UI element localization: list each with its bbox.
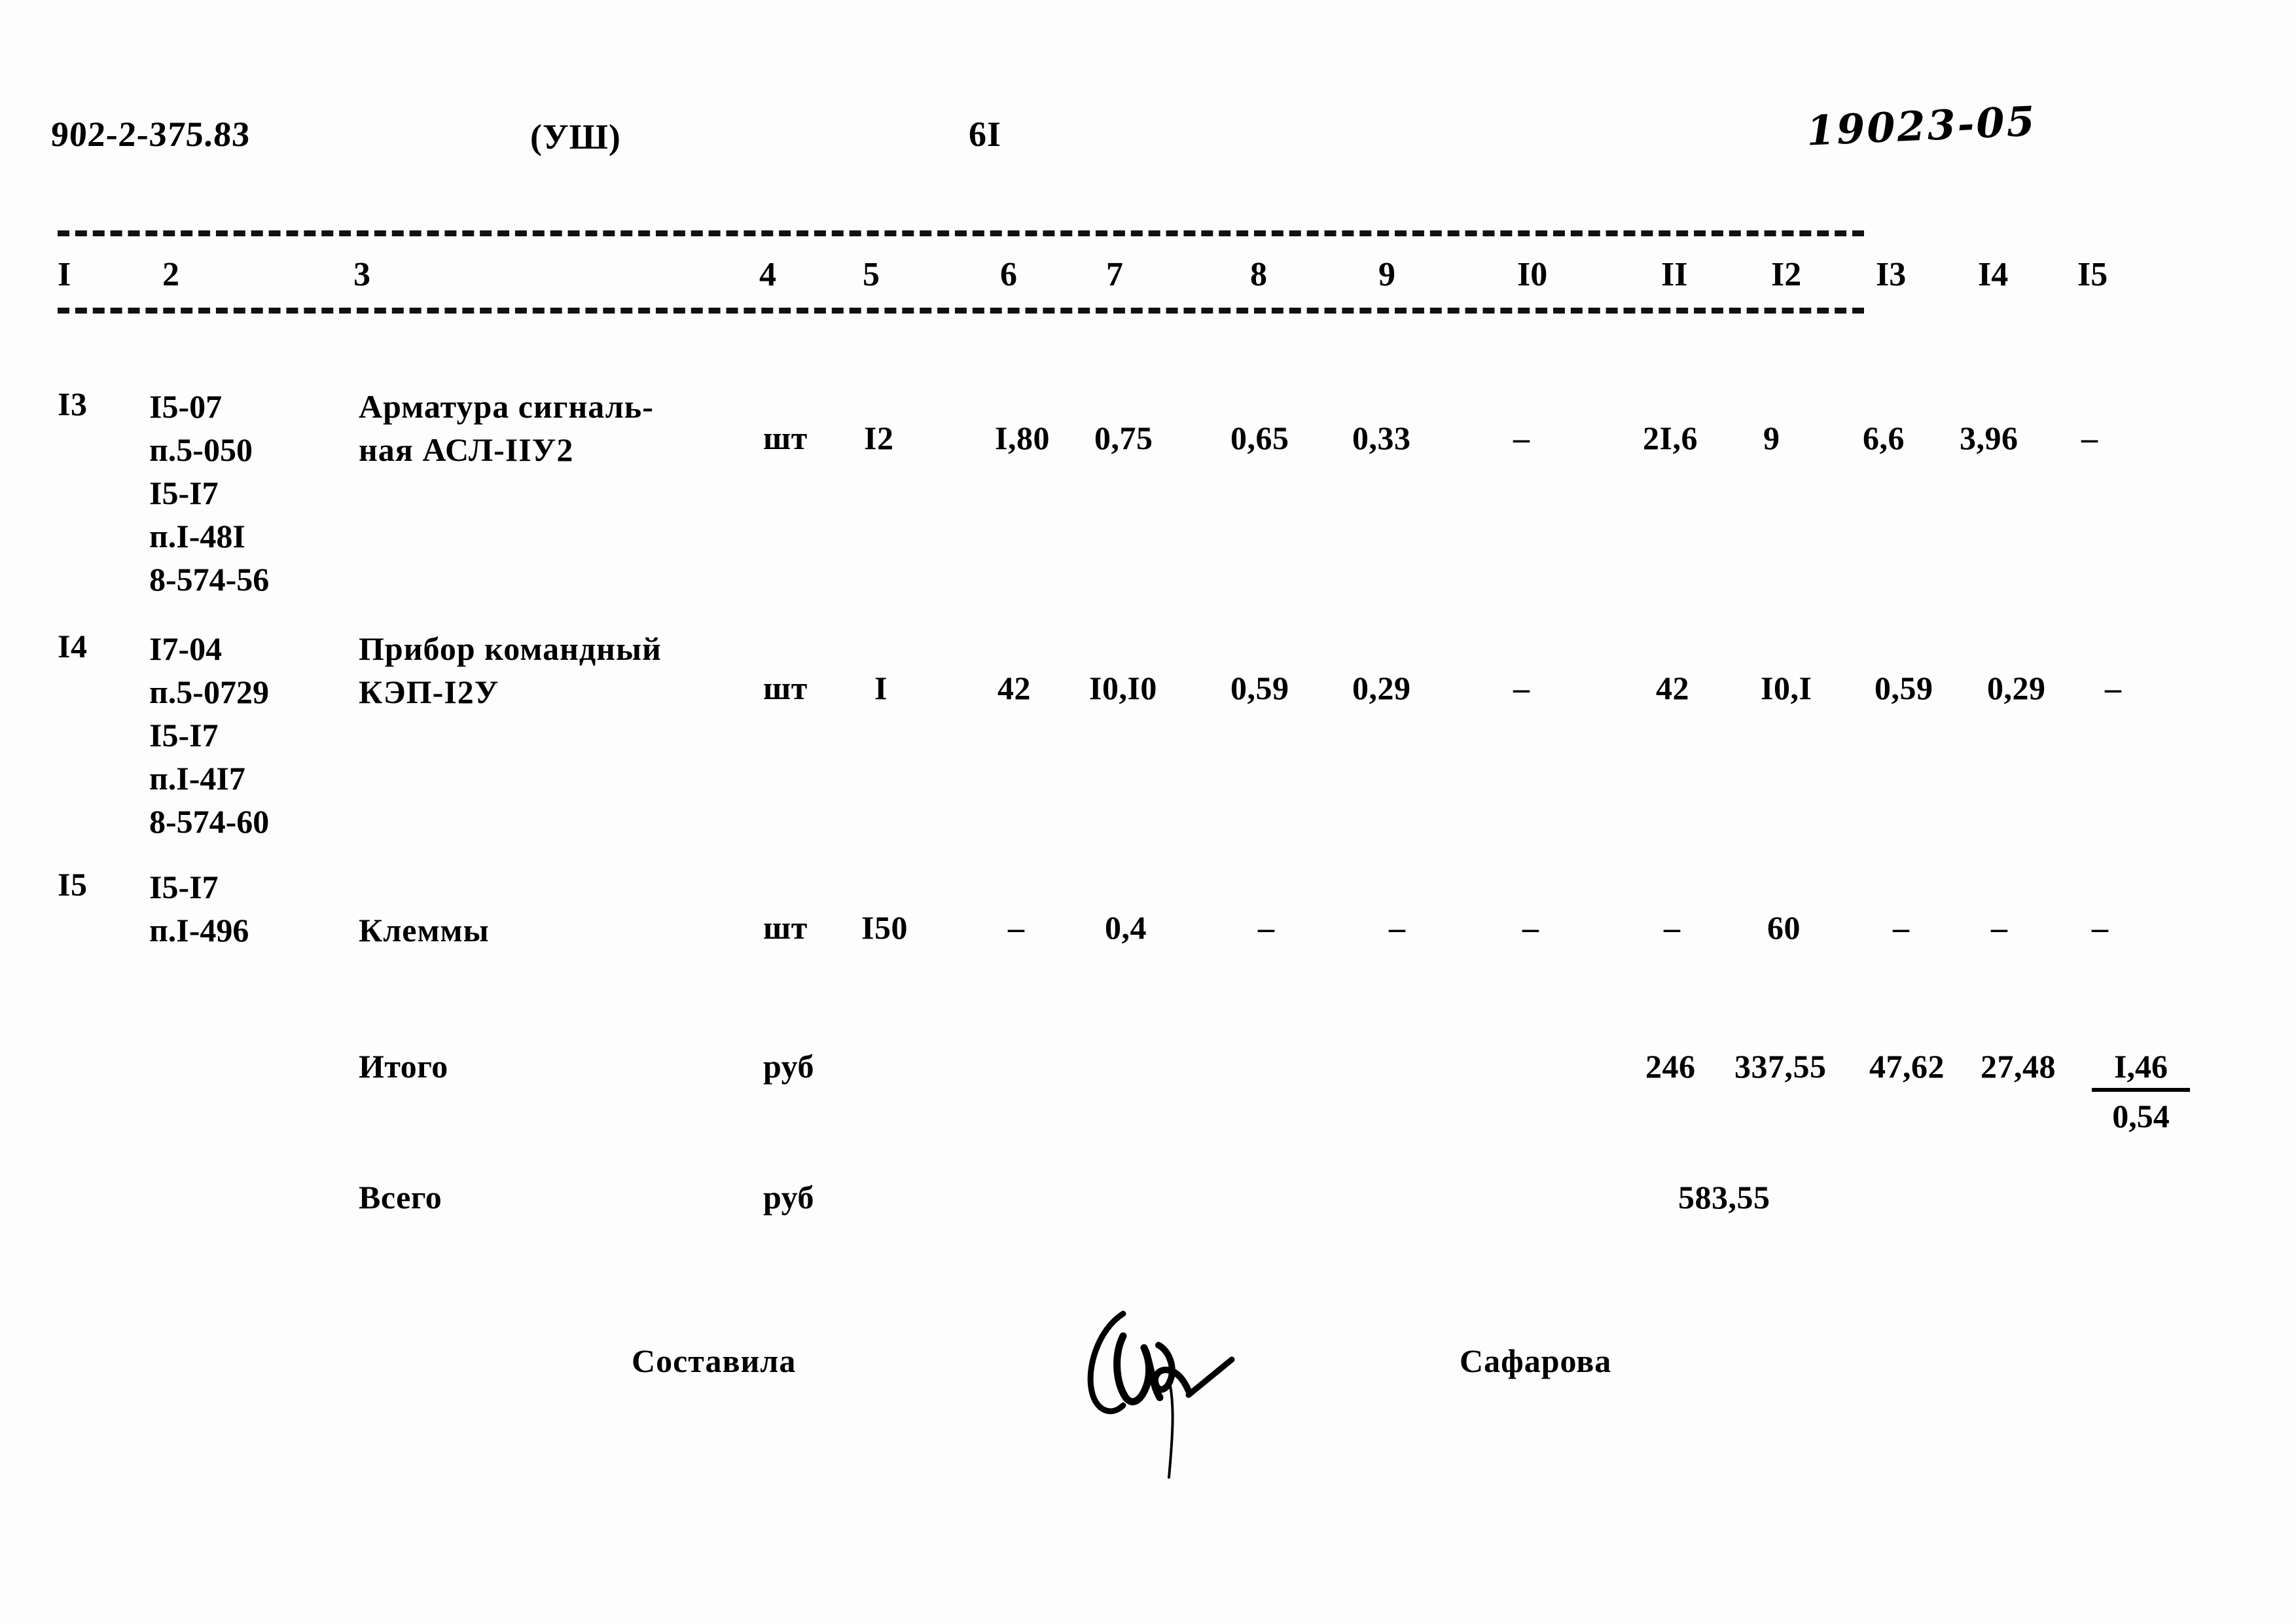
table-row: I4 [58,628,88,664]
summary-c13: 47,62 [1869,1048,1945,1085]
row-name: Арматура сигналь- ная АСЛ-IIУ2 [359,388,654,468]
row-c15: – [2081,420,2098,456]
row-c11: 2I,6 [1643,420,1698,456]
row-c14: 0,29 [1987,670,2046,706]
summary-fraction-denominator: 0,54 [2112,1098,2170,1134]
row-c9: 0,29 [1352,670,1411,706]
row-c15: – [2105,670,2122,706]
table-rule-bottom [58,308,1864,314]
table-row: I3 [58,386,88,422]
row-c9: 0,33 [1352,420,1411,456]
table-row: I5 [58,866,88,903]
row-c13: – [1893,909,1910,946]
column-header-1: I [58,256,71,293]
row-c14: – [1991,909,2008,946]
signature-mark [1060,1299,1270,1499]
row-codes: I5-07 п.5-050 I5-I7 п.I-48I 8-574-56 [149,388,270,598]
summary-value-vsego: 583,55 [1678,1179,1770,1216]
summary-label-itogo: Итого [359,1048,448,1085]
column-header-14: I4 [1978,256,2009,293]
column-header-8: 8 [1250,256,1267,293]
row-qty: I50 [861,909,908,946]
column-header-10: I0 [1517,256,1548,293]
row-qty: I2 [864,420,894,456]
row-c14: 3,96 [1960,420,2018,456]
summary-unit-itogo: руб [763,1048,814,1085]
row-c13: 0,59 [1874,670,1933,706]
row-codes: I5-I7 п.I-496 [149,869,249,948]
row-c12: 9 [1763,420,1780,456]
row-c15: – [2092,909,2109,946]
row-c12: 60 [1767,909,1801,946]
summary-c14: 27,48 [1981,1048,2056,1085]
row-c7: I0,I0 [1089,670,1157,706]
column-header-4: 4 [759,256,776,293]
column-header-2: 2 [162,256,179,293]
summary-c11: 246 [1645,1048,1696,1085]
section-label: (УШ) [530,117,621,156]
column-header-11: II [1661,256,1688,293]
row-name: Клеммы [359,912,490,948]
row-c8: 0,65 [1230,420,1289,456]
row-name: Прибор командный КЭП-I2У [359,630,662,710]
page-number: 6I [969,115,1002,154]
row-c9: – [1389,909,1406,946]
column-header-5: 5 [863,256,880,293]
row-c10: – [1522,909,1539,946]
row-c6: 42 [997,670,1031,706]
row-c10: – [1513,420,1530,456]
summary-fraction: I,46 0,54 [2092,1047,2190,1135]
summary-fraction-numerator: I,46 [2092,1047,2190,1092]
column-header-9: 9 [1378,256,1395,293]
column-header-12: I2 [1771,256,1802,293]
row-c6: – [1008,909,1025,946]
summary-unit-vsego: руб [763,1179,814,1216]
row-c11: 42 [1656,670,1689,706]
column-header-15: I5 [2077,256,2108,293]
handwritten-doc-code: 19023-05 [1805,97,2038,155]
summary-label-vsego: Всего [359,1179,442,1216]
row-unit: шт [763,420,808,456]
row-c8: – [1258,909,1275,946]
album-code: 902-2-375.83 [50,115,252,154]
table-rule-top [58,230,1864,236]
summary-c12: 337,55 [1734,1048,1827,1085]
row-c7: 0,75 [1094,420,1153,456]
row-c11: – [1664,909,1681,946]
row-unit: шт [763,909,808,946]
compiled-by-label: Составила [632,1343,797,1379]
document-page: 902-2-375.83 (УШ) 6I 19023-05 I 2 3 4 5 … [0,0,2296,1624]
row-unit: шт [763,670,808,706]
column-header-6: 6 [1000,256,1017,293]
compiled-by-name: Сафарова [1460,1343,1612,1379]
row-c7: 0,4 [1105,909,1147,946]
row-c13: 6,6 [1863,420,1905,456]
column-header-7: 7 [1106,256,1123,293]
row-c10: – [1513,670,1530,706]
row-c8: 0,59 [1230,670,1289,706]
row-codes: I7-04 п.5-0729 I5-I7 п.I-4I7 8-574-60 [149,630,270,840]
row-c12: I0,I [1761,670,1812,706]
column-header-13: I3 [1876,256,1907,293]
row-c6: I,80 [995,420,1050,456]
column-header-3: 3 [353,256,370,293]
row-qty: I [874,670,888,706]
